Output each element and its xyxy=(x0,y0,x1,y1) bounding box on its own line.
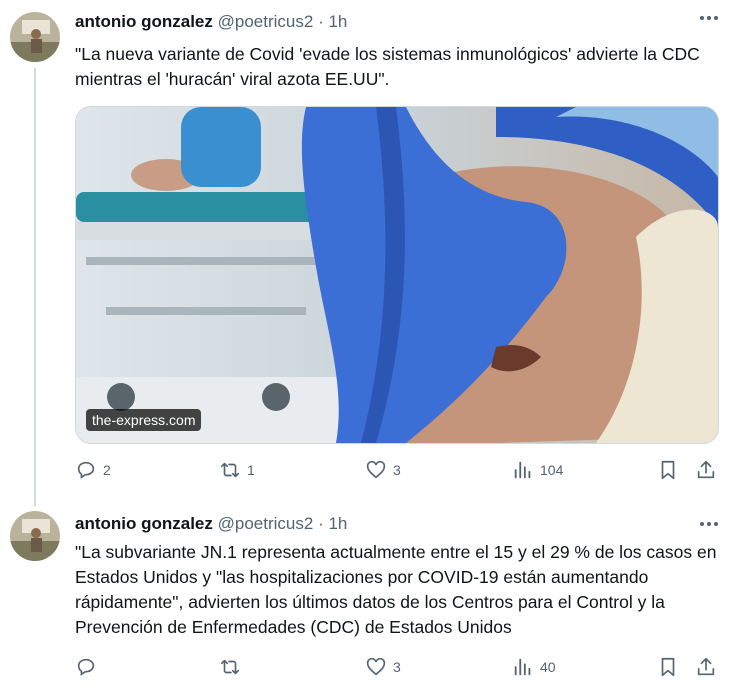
share-icon xyxy=(697,460,715,479)
like-button[interactable]: 3 xyxy=(365,656,401,678)
like-count: 3 xyxy=(393,659,401,675)
tweet-text: "La subvariante JN.1 representa actualme… xyxy=(75,542,717,637)
more-icon[interactable] xyxy=(700,16,718,20)
share-button[interactable] xyxy=(695,459,717,481)
reply-count: 2 xyxy=(103,462,111,478)
author-name[interactable]: antonio gonzalez xyxy=(75,514,213,533)
timestamp[interactable]: 1h xyxy=(328,514,347,533)
timestamp[interactable]: 1h xyxy=(328,12,347,31)
reply-icon xyxy=(77,658,95,676)
more-icon[interactable] xyxy=(700,522,718,526)
views-count: 40 xyxy=(540,659,556,675)
reply-icon xyxy=(77,461,95,479)
author-handle[interactable]: @poetricus2 xyxy=(218,12,314,31)
views-icon xyxy=(514,658,531,676)
tweet-header: antonio gonzalez @poetricus2 · 1h xyxy=(75,514,347,534)
thread-line xyxy=(34,68,36,506)
tweet-text: "La nueva variante de Covid 'evade los s… xyxy=(75,44,700,89)
share-icon xyxy=(697,657,715,676)
views-button[interactable]: 104 xyxy=(512,459,563,481)
bookmark-button[interactable] xyxy=(657,656,679,678)
retweet-icon xyxy=(220,462,240,478)
retweet-button[interactable] xyxy=(219,656,247,678)
author-handle[interactable]: @poetricus2 xyxy=(218,514,314,533)
tweet-image[interactable]: the-express.com xyxy=(75,106,719,444)
reply-button[interactable]: 2 xyxy=(75,459,111,481)
views-icon xyxy=(514,461,531,479)
views-count: 104 xyxy=(540,462,564,478)
tweet-actions: 2 1 3 104 xyxy=(75,459,723,485)
avatar[interactable] xyxy=(10,511,60,561)
like-count: 3 xyxy=(393,462,401,478)
tweet[interactable]: antonio gonzalez @poetricus2 · 1h "La nu… xyxy=(0,0,738,506)
like-button[interactable]: 3 xyxy=(365,459,401,481)
tweet[interactable]: antonio gonzalez @poetricus2 · 1h "La su… xyxy=(0,500,738,692)
tweet-actions: 3 40 xyxy=(75,656,723,682)
media-source-label: the-express.com xyxy=(86,409,202,431)
views-button[interactable]: 40 xyxy=(512,656,556,678)
bookmark-button[interactable] xyxy=(657,459,679,481)
retweet-button[interactable]: 1 xyxy=(219,459,255,481)
like-icon xyxy=(366,460,386,479)
separator-dot: · xyxy=(318,514,324,533)
author-name[interactable]: antonio gonzalez xyxy=(75,12,213,31)
tweet-header: antonio gonzalez @poetricus2 · 1h xyxy=(75,12,347,32)
share-button[interactable] xyxy=(695,656,717,678)
retweet-count: 1 xyxy=(247,462,255,478)
separator-dot: · xyxy=(318,12,324,31)
retweet-icon xyxy=(220,659,240,675)
reply-button[interactable] xyxy=(75,656,103,678)
like-icon xyxy=(366,657,386,676)
avatar[interactable] xyxy=(10,12,60,62)
bookmark-icon xyxy=(661,460,675,480)
bookmark-icon xyxy=(661,657,675,677)
